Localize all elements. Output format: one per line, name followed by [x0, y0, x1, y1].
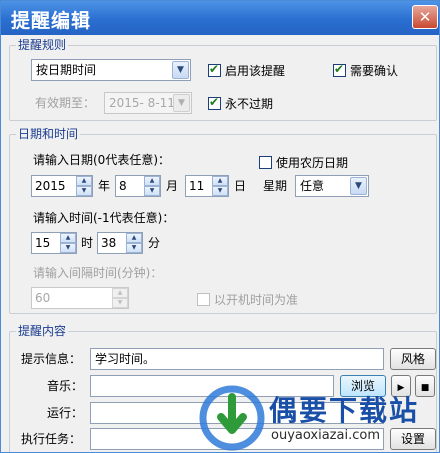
spin-up-icon[interactable]: ▲: [144, 176, 160, 186]
never-expire-checkbox[interactable]: 永不过期: [208, 95, 273, 112]
never-expire-label: 永不过期: [225, 97, 274, 111]
weekday-label: 星期: [263, 179, 288, 193]
title-bar[interactable]: 提醒编辑 ✕: [1, 1, 439, 35]
music-label: 音乐：: [47, 379, 84, 393]
spin-up-icon[interactable]: ▲: [126, 233, 142, 243]
valid-until-select[interactable]: 2015- 8-11 ▼: [104, 92, 192, 114]
mode-select-value: 按日期时间: [36, 63, 97, 77]
watermark-logo-icon: [199, 385, 265, 451]
spin-up-icon[interactable]: ▲: [76, 176, 92, 186]
checkbox-box: [197, 293, 210, 306]
close-icon: ✕: [418, 8, 432, 26]
boot-time-checkbox[interactable]: 以开机时间为准: [197, 291, 298, 308]
minute-unit: 分: [148, 236, 161, 250]
enable-reminder-label: 启用该提醒: [225, 64, 286, 78]
tip-label: 提示信息：: [21, 352, 82, 366]
year-spinner[interactable]: 2015 ▲ ▼: [31, 175, 93, 197]
enable-reminder-checkbox[interactable]: 启用该提醒: [208, 62, 285, 79]
need-confirm-checkbox[interactable]: 需要确认: [333, 62, 398, 79]
year-value: 2015: [35, 179, 66, 193]
need-confirm-label: 需要确认: [350, 64, 399, 78]
hour-value: 15: [35, 236, 51, 250]
checkbox-box: [208, 62, 221, 77]
spin-up-icon[interactable]: ▲: [112, 288, 128, 298]
month-value: 8: [119, 179, 127, 193]
day-spinner[interactable]: 11 ▲ ▼: [185, 175, 229, 197]
watermark-brand: 偶要下载站: [269, 394, 420, 427]
tip-value: 学习时间。: [95, 352, 156, 366]
spin-down-icon[interactable]: ▼: [76, 186, 92, 196]
checkbox-box: [333, 62, 346, 77]
mode-select[interactable]: 按日期时间 ▼: [31, 59, 191, 81]
watermark-url: ouyaoxiazai.com: [271, 428, 380, 443]
year-unit: 年: [98, 179, 111, 193]
spin-down-icon[interactable]: ▼: [112, 298, 128, 308]
spin-up-icon[interactable]: ▲: [212, 176, 228, 186]
time-prompt: 请输入时间(-1代表任意)：: [33, 211, 175, 225]
site-watermark: 偶要下载站 ouyaoxiazai.com: [197, 381, 439, 452]
checkbox-box: [208, 95, 221, 110]
task-label: 执行任务：: [21, 432, 82, 446]
spin-down-icon[interactable]: ▼: [212, 186, 228, 196]
close-button[interactable]: ✕: [412, 5, 438, 29]
datetime-group-label: 日期和时间: [16, 127, 81, 141]
interval-prompt: 请输入间隔时间(分钟)：: [33, 266, 163, 280]
date-prompt: 请输入日期(0代表任意)：: [33, 153, 170, 167]
valid-until-value: 2015- 8-11: [109, 96, 175, 110]
rules-group-label: 提醒规则: [16, 38, 69, 52]
chevron-down-icon: ▼: [350, 177, 367, 195]
spin-up-icon[interactable]: ▲: [60, 233, 76, 243]
content-group-label: 提醒内容: [16, 324, 69, 338]
day-unit: 日: [234, 179, 247, 193]
lunar-date-checkbox[interactable]: 使用农历日期: [259, 154, 348, 171]
reminder-edit-window: 提醒编辑 ✕ 提醒规则 按日期时间 ▼ 启用该提醒 需要确认 有效期至： 201…: [0, 0, 440, 453]
month-spinner[interactable]: 8 ▲ ▼: [115, 175, 161, 197]
lunar-date-label: 使用农历日期: [276, 156, 349, 170]
interval-value: 60: [35, 291, 51, 305]
checkbox-box: [259, 156, 272, 169]
interval-spinner[interactable]: 60 ▲ ▼: [31, 287, 129, 309]
style-button[interactable]: 风格: [390, 348, 436, 370]
day-value: 11: [189, 179, 205, 193]
valid-until-label: 有效期至：: [35, 96, 96, 110]
chevron-down-icon: ▼: [173, 94, 190, 112]
minute-value: 38: [101, 236, 117, 250]
weekday-select[interactable]: 任意 ▼: [295, 175, 369, 197]
spin-down-icon[interactable]: ▼: [60, 243, 76, 253]
chevron-down-icon: ▼: [172, 61, 189, 79]
weekday-value: 任意: [300, 179, 325, 193]
month-unit: 月: [166, 179, 179, 193]
hour-spinner[interactable]: 15 ▲ ▼: [31, 232, 77, 254]
hour-unit: 时: [81, 236, 94, 250]
minute-spinner[interactable]: 38 ▲ ▼: [97, 232, 143, 254]
spin-down-icon[interactable]: ▼: [144, 186, 160, 196]
run-label: 运行：: [47, 406, 84, 420]
spin-down-icon[interactable]: ▼: [126, 243, 142, 253]
window-title: 提醒编辑: [11, 10, 92, 32]
tip-input[interactable]: 学习时间。: [90, 348, 384, 370]
boot-time-label: 以开机时间为准: [214, 293, 299, 307]
